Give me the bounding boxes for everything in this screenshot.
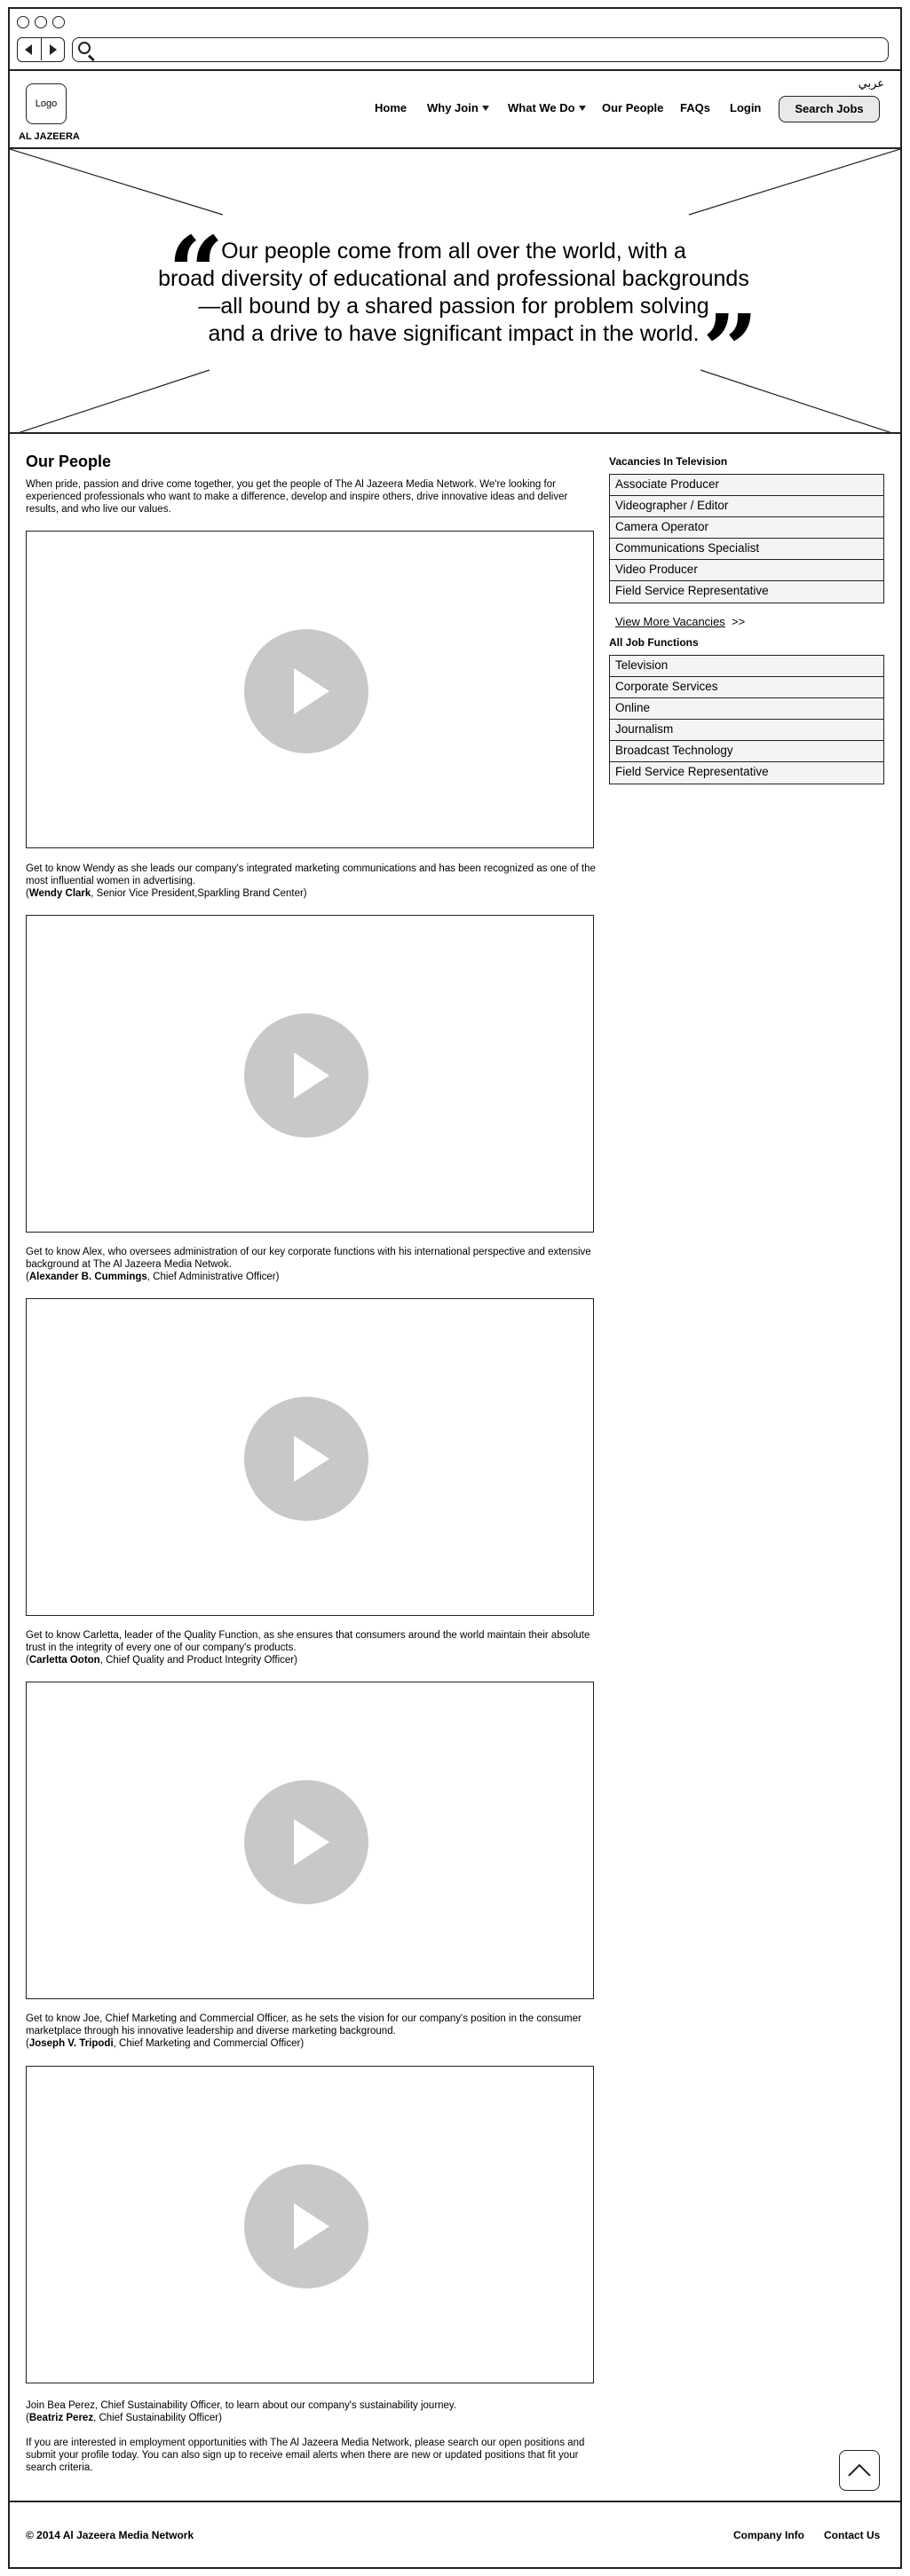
hero-quote-line: broad diversity of educational and profe…: [158, 266, 749, 291]
scroll-to-top-button[interactable]: [839, 2450, 880, 2491]
caption-text: Get to know Alex, who oversees administr…: [26, 1247, 591, 1270]
vacancy-item[interactable]: Field Service Representative: [610, 581, 883, 603]
logo[interactable]: Logo: [26, 83, 67, 124]
intro-text: When pride, passion and drive come toget…: [26, 479, 568, 515]
nav-why-join[interactable]: Why Join: [427, 101, 489, 114]
caption-credit: (Joseph V. Tripodi, Chief Marketing and …: [26, 2038, 305, 2049]
view-more-vacancies-link[interactable]: View More Vacancies >>: [615, 615, 745, 628]
window-maximize-dot[interactable]: [52, 16, 65, 28]
video-player[interactable]: [26, 1682, 594, 1999]
play-icon[interactable]: [244, 2164, 368, 2288]
nav-what-we-do[interactable]: What We Do: [508, 101, 586, 114]
person-caption: Get to know Wendy as she leads our compa…: [26, 863, 598, 900]
caption-credit: (Wendy Clark, Senior Vice President,Spar…: [26, 888, 307, 899]
job-functions-list: Television Corporate Services Online Jou…: [609, 655, 884, 784]
close-quote-icon: ”: [702, 293, 759, 407]
person-role: , Chief Marketing and Commercial Officer…: [113, 2038, 305, 2049]
person-role: , Chief Quality and Product Integrity Of…: [99, 1655, 297, 1666]
nav-why-join-label: Why Join: [427, 101, 479, 114]
window-close-dot[interactable]: [17, 16, 29, 28]
caption-credit: (Beatriz Perez, Chief Sustainability Off…: [26, 2413, 222, 2423]
person-role: , Senior Vice President,Sparkling Brand …: [91, 888, 307, 899]
person-name: Joseph V. Tripodi: [28, 2038, 114, 2049]
nav-faqs[interactable]: FAQs: [680, 101, 710, 114]
caption-text: Get to know Carletta, leader of the Qual…: [26, 1630, 590, 1653]
person-caption: Join Bea Perez, Chief Sustainability Off…: [26, 2399, 598, 2424]
search-jobs-button[interactable]: Search Jobs: [779, 96, 880, 122]
vacancy-item[interactable]: Videographer / Editor: [610, 496, 883, 517]
chevron-up-icon: [848, 2463, 871, 2477]
video-player[interactable]: [26, 531, 594, 848]
person-name: Beatriz Perez: [28, 2413, 94, 2423]
vacancy-item[interactable]: Associate Producer: [610, 475, 883, 496]
double-chevron-right-icon: >>: [732, 615, 746, 628]
nav-login[interactable]: Login: [730, 101, 761, 114]
person-caption: Get to know Carletta, leader of the Qual…: [26, 1629, 598, 1666]
job-function-item[interactable]: Corporate Services: [610, 677, 883, 698]
play-icon[interactable]: [244, 629, 368, 753]
hero-quote: Our people come from all over the world,…: [143, 238, 764, 348]
play-icon[interactable]: [244, 1013, 368, 1138]
brand-name: AL JAZEERA: [19, 131, 80, 142]
nav-home[interactable]: Home: [375, 101, 407, 114]
job-function-item[interactable]: Online: [610, 698, 883, 720]
job-function-item[interactable]: Television: [610, 656, 883, 677]
video-player[interactable]: [26, 2066, 594, 2383]
caption-text: Get to know Wendy as she leads our compa…: [26, 863, 596, 886]
address-bar[interactable]: [72, 37, 889, 62]
person-role: , Chief Sustainability Officer): [93, 2413, 222, 2423]
footer-copyright: © 2014 Al Jazeera Media Network: [26, 2529, 194, 2541]
vacancy-item[interactable]: Communications Specialist: [610, 539, 883, 560]
page-frame: عربي Logo AL JAZEERA Home Why Join What …: [8, 7, 902, 2569]
hero-quote-line: Our people come from all over the world,…: [221, 239, 686, 264]
forward-button[interactable]: [41, 38, 64, 60]
nav-what-we-do-label: What We Do: [508, 101, 575, 114]
nav-our-people[interactable]: Our People: [602, 101, 663, 114]
hero-quote-line: and a drive to have significant impact i…: [208, 321, 700, 346]
person-name: Alexander B. Cummings: [28, 1272, 147, 1282]
play-icon[interactable]: [244, 1397, 368, 1521]
caption-text: Get to know Joe, Chief Marketing and Com…: [26, 2013, 582, 2036]
hero-banner: “ Our people come from all over the worl…: [10, 147, 900, 434]
job-function-item[interactable]: Journalism: [610, 720, 883, 741]
footer-divider: [10, 2501, 900, 2502]
hero-quote-line: —all bound by a shared passion for probl…: [198, 294, 709, 319]
video-player[interactable]: [26, 1298, 594, 1616]
page-title: Our People: [26, 453, 112, 470]
caret-down-icon: [481, 106, 489, 111]
window-minimize-dot[interactable]: [35, 16, 47, 28]
closing-text: If you are interested in employment oppo…: [26, 2438, 585, 2473]
caption-credit: (Alexander B. Cummings, Chief Administra…: [26, 1272, 280, 1282]
caret-down-icon: [578, 106, 586, 111]
job-function-item[interactable]: Field Service Representative: [610, 762, 883, 784]
language-switch-link[interactable]: عربي: [859, 76, 884, 91]
job-functions-heading: All Job Functions: [609, 636, 699, 649]
history-buttons: [17, 37, 65, 62]
vacancies-heading: Vacancies In Television: [609, 455, 728, 468]
caption-text: Join Bea Perez, Chief Sustainability Off…: [26, 2400, 457, 2411]
vacancy-item[interactable]: Camera Operator: [610, 517, 883, 539]
person-role: , Chief Administrative Officer): [146, 1272, 280, 1282]
person-caption: Get to know Joe, Chief Marketing and Com…: [26, 2013, 598, 2050]
person-caption: Get to know Alex, who oversees administr…: [26, 1246, 598, 1283]
arrow-left-icon: [25, 44, 32, 55]
view-more-label: View More Vacancies: [615, 615, 725, 628]
caption-credit: (Carletta Ooton, Chief Quality and Produ…: [26, 1655, 297, 1666]
person-name: Carletta Ooton: [28, 1655, 100, 1666]
video-player[interactable]: [26, 915, 594, 1233]
vacancy-item[interactable]: Video Producer: [610, 560, 883, 581]
vacancies-list: Associate Producer Videographer / Editor…: [609, 474, 884, 603]
search-icon: [78, 42, 91, 54]
arrow-right-icon: [50, 44, 57, 55]
job-function-item[interactable]: Broadcast Technology: [610, 741, 883, 762]
browser-chrome: [10, 9, 900, 71]
footer-company-info-link[interactable]: Company Info: [733, 2529, 804, 2541]
play-icon[interactable]: [244, 1780, 368, 1904]
footer-contact-us-link[interactable]: Contact Us: [824, 2529, 880, 2541]
back-button[interactable]: [18, 38, 41, 60]
person-name: Wendy Clark: [28, 888, 91, 899]
